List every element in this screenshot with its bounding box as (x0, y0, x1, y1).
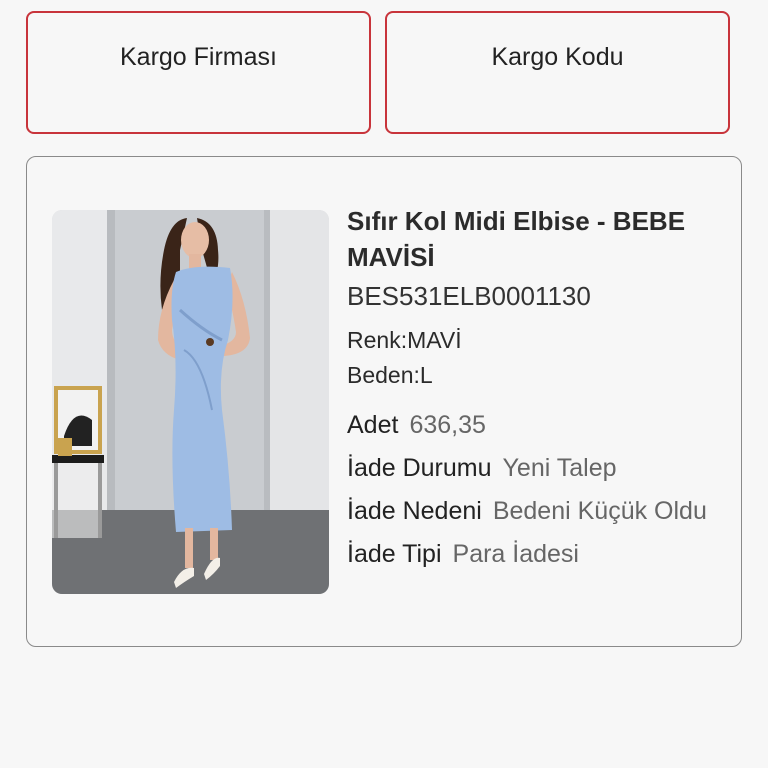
quantity-value: 636,35 (409, 411, 486, 439)
product-title[interactable]: Sıfır Kol Midi Elbise - BEBE MAVİSİ (347, 203, 727, 275)
product-image[interactable] (52, 210, 329, 594)
product-size: Beden:L (347, 362, 433, 388)
product-sku: BES531ELB0001130 (347, 281, 591, 311)
return-reason-value: Bedeni Küçük Oldu (492, 497, 707, 525)
return-status-row: İade Durumu Yeni Talep (347, 452, 727, 484)
product-info: Sıfır Kol Midi Elbise - BEBE MAVİSİ BES5… (347, 203, 727, 570)
return-type-value: Para İadesi (452, 540, 579, 568)
quantity-row: Adet 636,35 (347, 409, 727, 441)
quantity-label: Adet (347, 411, 399, 439)
cargo-company-label: Kargo Firması (120, 43, 277, 71)
return-item-card: Sıfır Kol Midi Elbise - BEBE MAVİSİ BES5… (26, 156, 742, 647)
cargo-code-button[interactable]: Kargo Kodu (385, 11, 730, 134)
return-status-value: Yeni Talep (502, 454, 617, 482)
return-reason-label: İade Nedeni (347, 497, 482, 525)
return-type-row: İade Tipi Para İadesi (347, 538, 727, 570)
cargo-code-label: Kargo Kodu (491, 43, 624, 71)
return-type-label: İade Tipi (347, 540, 442, 568)
cargo-company-button[interactable]: Kargo Firması (26, 11, 371, 134)
cargo-button-row: Kargo Firması Kargo Kodu (26, 11, 730, 134)
return-reason-row: İade Nedeni Bedeni Küçük Oldu (347, 495, 727, 527)
return-status-label: İade Durumu (347, 454, 492, 482)
product-color: Renk:MAVİ (347, 327, 462, 353)
